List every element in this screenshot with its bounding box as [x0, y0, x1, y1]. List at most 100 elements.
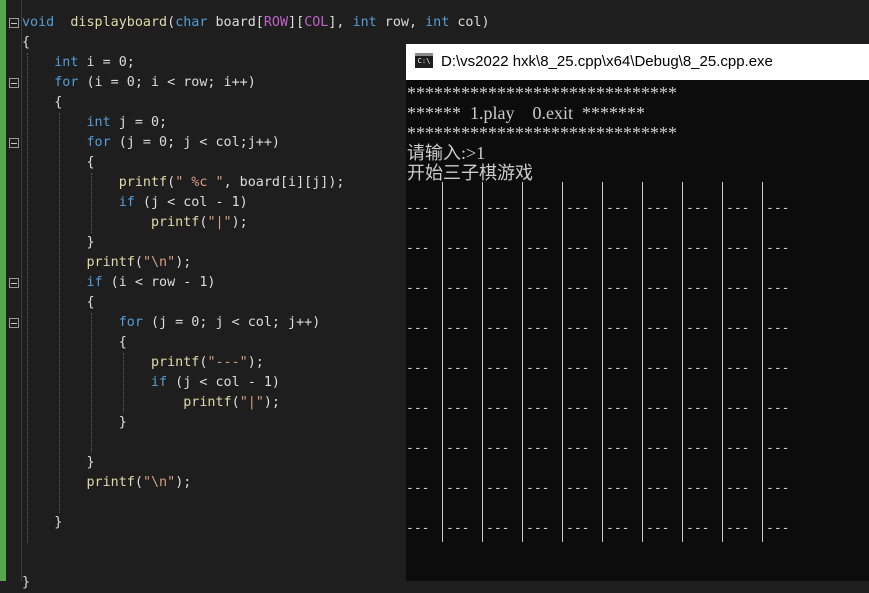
code-line[interactable]: void displayboard(char board[ROW][COL], … [22, 13, 490, 33]
board-column-divider [482, 182, 483, 542]
board-cell-underline: --- [486, 521, 510, 536]
code-line[interactable]: int i = 0; [22, 53, 135, 73]
code-token: ( [231, 395, 240, 410]
board-cell-underline: --- [406, 321, 430, 336]
indent-guide [91, 173, 92, 233]
code-token: i = 0; [78, 55, 135, 70]
code-line[interactable]: } [22, 513, 62, 533]
code-token: for [54, 75, 79, 90]
board-cell-underline: --- [566, 241, 590, 256]
code-token: (i = 0; i < row; i++) [78, 75, 256, 90]
fold-toggle-icon[interactable] [9, 138, 19, 148]
board-cell-underline: --- [726, 521, 750, 536]
board-column-divider [762, 182, 763, 542]
console-output-line: 请输入:>1 [407, 143, 486, 163]
code-token: "|" [239, 395, 264, 410]
code-line[interactable]: printf("|"); [22, 213, 248, 233]
code-token: for [86, 135, 111, 150]
board-cell-underline: --- [486, 241, 510, 256]
board-cell-underline: --- [446, 441, 470, 456]
board-cell-underline: --- [766, 401, 790, 416]
code-line[interactable]: printf("\n"); [22, 473, 192, 493]
board-cell-underline: --- [446, 281, 470, 296]
board-cell-underline: --- [486, 281, 510, 296]
board-cell-underline: --- [486, 481, 510, 496]
code-token: if [118, 195, 135, 210]
board-cell-underline: --- [486, 361, 510, 376]
code-token: col) [449, 15, 490, 30]
code-token: , board[i][j]); [223, 175, 345, 190]
board-cell-underline: --- [446, 321, 470, 336]
fold-toggle-icon[interactable] [9, 318, 19, 328]
code-token: printf [151, 215, 200, 230]
board-cell-underline: --- [526, 441, 550, 456]
code-line[interactable]: } [22, 413, 127, 433]
code-token: (j < col - 1) [134, 195, 248, 210]
board-cell-underline: --- [606, 481, 630, 496]
board-cell-underline: --- [686, 441, 710, 456]
console-output-line: ****************************** [407, 83, 677, 103]
fold-toggle-icon[interactable] [9, 78, 19, 88]
board-cell-underline: --- [526, 281, 550, 296]
board-cell-underline: --- [566, 201, 590, 216]
code-token: printf [86, 255, 135, 270]
code-line[interactable]: { [22, 333, 127, 353]
code-line[interactable]: { [22, 33, 30, 53]
code-token: ], [328, 15, 353, 30]
code-token: char [175, 15, 208, 30]
board-cell-underline: --- [566, 281, 590, 296]
board-column-divider [682, 182, 683, 542]
code-token: } [22, 415, 127, 430]
console-output-line: ****************************** [407, 123, 677, 143]
code-token: } [22, 515, 63, 530]
code-line[interactable]: if (j < col - 1) [22, 373, 280, 393]
code-line[interactable]: if (j < col - 1) [22, 193, 248, 213]
fold-toggle-icon[interactable] [9, 18, 19, 28]
code-token: printf [183, 395, 232, 410]
code-token: { [22, 35, 31, 50]
code-token: ); [231, 215, 248, 230]
code-token: (j = 0; j < col; j++) [142, 315, 321, 330]
board-cell-underline: --- [686, 281, 710, 296]
board-cell-underline: --- [686, 481, 710, 496]
board-column-divider [522, 182, 523, 542]
console-titlebar[interactable]: C:\ D:\vs2022 hxk\8_25.cpp\x64\Debug\8_2… [406, 44, 869, 80]
code-token: ( [167, 15, 176, 30]
code-line[interactable]: for (j = 0; j < col;j++) [22, 133, 281, 153]
code-line[interactable]: printf("\n"); [22, 253, 192, 273]
code-line[interactable]: if (i < row - 1) [22, 273, 216, 293]
code-token: ROW [263, 15, 289, 30]
code-token: printf [151, 355, 200, 370]
code-line[interactable]: for (j = 0; j < col; j++) [22, 313, 321, 333]
board-cell-underline: --- [486, 441, 510, 456]
code-line[interactable]: for (i = 0; i < row; i++) [22, 73, 256, 93]
code-line[interactable]: int j = 0; [22, 113, 168, 133]
code-token: ( [167, 175, 176, 190]
code-line[interactable]: printf("|"); [22, 393, 280, 413]
board-cell-underline: --- [646, 481, 670, 496]
board-cell-underline: --- [406, 441, 430, 456]
fold-toggle-icon[interactable] [9, 278, 19, 288]
code-token: ( [134, 255, 143, 270]
indent-guide [91, 313, 92, 453]
code-line[interactable]: } [22, 573, 30, 593]
code-token: "|" [207, 215, 232, 230]
board-cell-underline: --- [606, 401, 630, 416]
code-line[interactable]: { [22, 93, 62, 113]
change-tracking-bar [0, 0, 6, 581]
console-window[interactable]: C:\ D:\vs2022 hxk\8_25.cpp\x64\Debug\8_2… [406, 44, 869, 581]
board-cell-underline: --- [646, 201, 670, 216]
code-token: printf [118, 175, 168, 190]
board-column-divider [562, 182, 563, 542]
board-cell-underline: --- [726, 481, 750, 496]
code-token: int [352, 15, 377, 30]
code-token: int [54, 55, 79, 70]
code-line[interactable]: printf(" %c ", board[i][j]); [22, 173, 345, 193]
board-cell-underline: --- [686, 241, 710, 256]
